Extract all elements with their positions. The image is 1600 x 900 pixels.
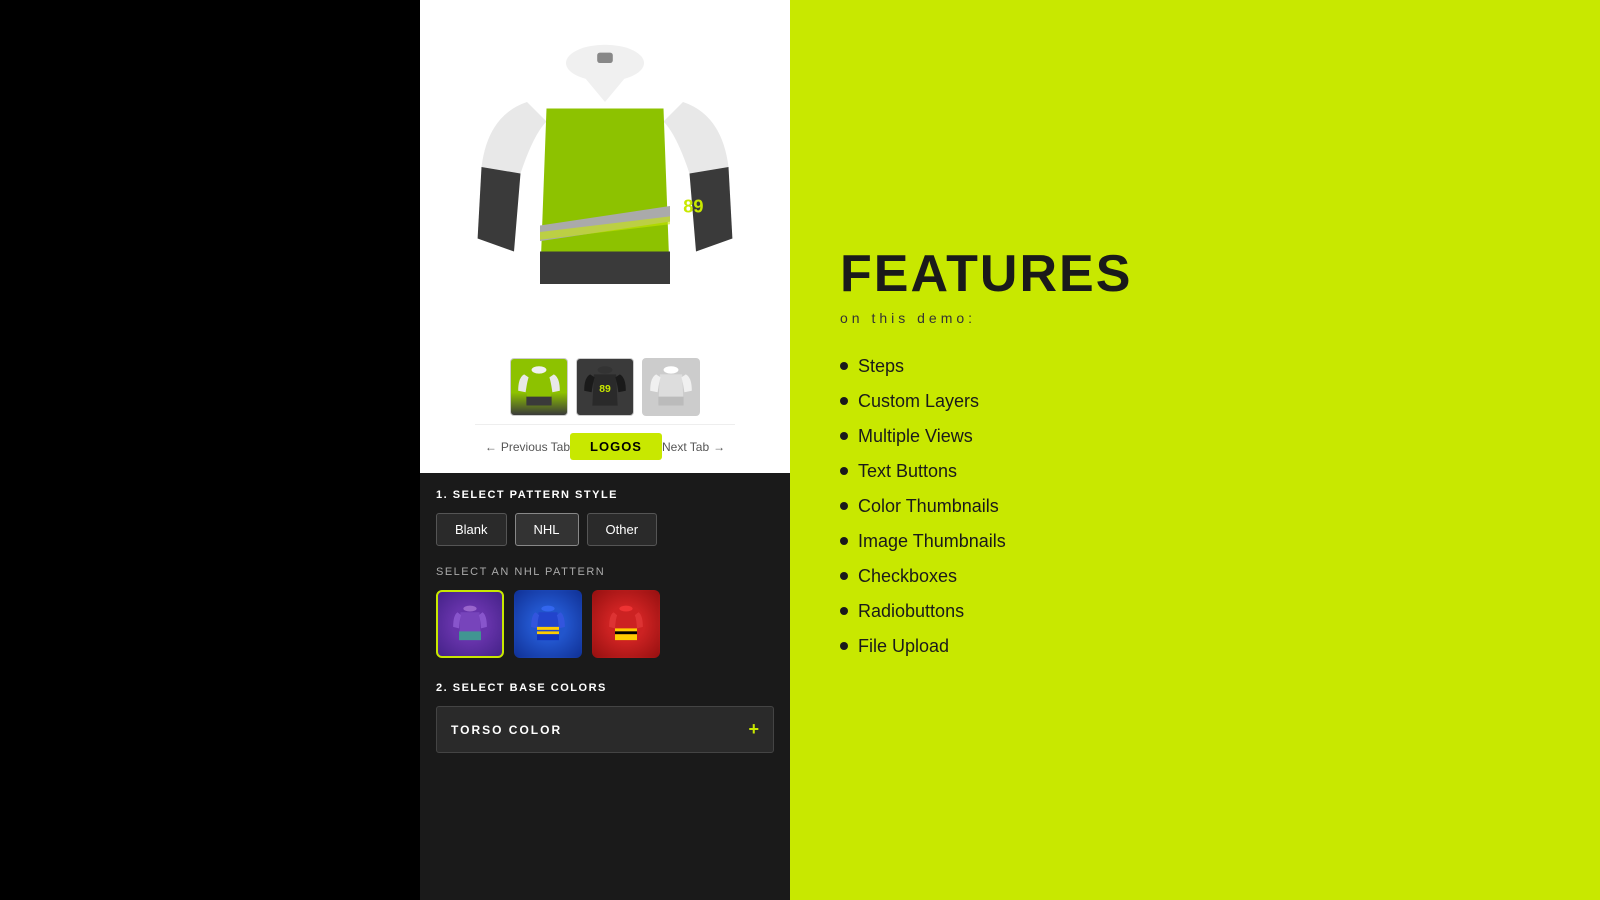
- feature-list-item: Multiple Views: [840, 426, 1550, 447]
- base-colors-section: 2. SELECT BASE COLORS TORSO COLOR +: [436, 682, 774, 753]
- next-tab-label: Next Tab: [662, 440, 709, 454]
- current-tab-label: LOGOS: [570, 433, 662, 460]
- right-features-panel: FEATURES on this demo: Steps Custom Layer…: [790, 0, 1600, 900]
- nhl-pattern-red[interactable]: [592, 590, 660, 658]
- feature-list-item: Steps: [840, 356, 1550, 377]
- step1-title: 1. SELECT PATTERN STYLE: [436, 489, 774, 501]
- feature-label: Steps: [858, 356, 904, 377]
- pattern-buttons-group: Blank NHL Other: [436, 513, 774, 546]
- feature-list-item: Image Thumbnails: [840, 531, 1550, 552]
- bullet-icon: [840, 397, 848, 405]
- feature-label: Image Thumbnails: [858, 531, 1006, 552]
- features-subtitle: on this demo:: [840, 310, 1550, 326]
- jersey-thumb-alt[interactable]: [642, 358, 700, 416]
- jersey-preview-area: 89 89: [420, 0, 790, 473]
- svg-text:89: 89: [683, 197, 703, 217]
- jersey-thumb-number[interactable]: 89: [576, 358, 634, 416]
- bullet-icon: [840, 432, 848, 440]
- torso-color-row[interactable]: TORSO COLOR +: [436, 706, 774, 753]
- feature-list-item: Custom Layers: [840, 391, 1550, 412]
- jersey-main-image: 89: [465, 10, 745, 350]
- tab-navigation: ← Previous Tab LOGOS Next Tab →: [475, 424, 735, 468]
- bullet-icon: [840, 467, 848, 475]
- arrow-right-icon: →: [713, 440, 725, 454]
- bullet-icon: [840, 572, 848, 580]
- center-configurator-panel: 89 89: [420, 0, 790, 900]
- nhl-section-title: SELECT AN NHL PATTERN: [436, 566, 774, 578]
- feature-label: Custom Layers: [858, 391, 979, 412]
- feature-list-item: Text Buttons: [840, 461, 1550, 482]
- pattern-btn-other[interactable]: Other: [587, 513, 658, 546]
- feature-list-item: Checkboxes: [840, 566, 1550, 587]
- prev-tab-label: Previous Tab: [501, 440, 570, 454]
- bullet-icon: [840, 537, 848, 545]
- pattern-btn-nhl[interactable]: NHL: [515, 513, 579, 546]
- config-content: 1. SELECT PATTERN STYLE Blank NHL Other …: [420, 473, 790, 769]
- jersey-svg: 89: [475, 20, 735, 340]
- pattern-btn-blank[interactable]: Blank: [436, 513, 507, 546]
- svg-text:89: 89: [599, 384, 611, 395]
- left-black-panel: [0, 0, 420, 900]
- features-list: Steps Custom Layers Multiple Views Text But…: [840, 356, 1550, 657]
- nhl-patterns-group: [436, 590, 774, 658]
- next-tab-button[interactable]: Next Tab →: [662, 440, 725, 454]
- jersey-thumbnails-row: 89: [510, 358, 700, 416]
- step2-title: 2. SELECT BASE COLORS: [436, 682, 774, 694]
- bullet-icon: [840, 362, 848, 370]
- nhl-pattern-purple[interactable]: [436, 590, 504, 658]
- bullet-icon: [840, 642, 848, 650]
- feature-list-item: File Upload: [840, 636, 1550, 657]
- feature-list-item: Radiobuttons: [840, 601, 1550, 622]
- feature-label: Text Buttons: [858, 461, 957, 482]
- bullet-icon: [840, 607, 848, 615]
- jersey-thumb-front[interactable]: [510, 358, 568, 416]
- feature-label: Checkboxes: [858, 566, 957, 587]
- features-title: FEATURES: [840, 244, 1550, 304]
- torso-color-label: TORSO COLOR: [451, 723, 562, 737]
- feature-label: Radiobuttons: [858, 601, 964, 622]
- prev-tab-button[interactable]: ← Previous Tab: [485, 440, 570, 454]
- arrow-left-icon: ←: [485, 440, 497, 454]
- feature-label: Color Thumbnails: [858, 496, 999, 517]
- feature-label: Multiple Views: [858, 426, 973, 447]
- nhl-pattern-blue[interactable]: [514, 590, 582, 658]
- feature-label: File Upload: [858, 636, 949, 657]
- plus-icon: +: [748, 719, 759, 740]
- feature-list-item: Color Thumbnails: [840, 496, 1550, 517]
- bullet-icon: [840, 502, 848, 510]
